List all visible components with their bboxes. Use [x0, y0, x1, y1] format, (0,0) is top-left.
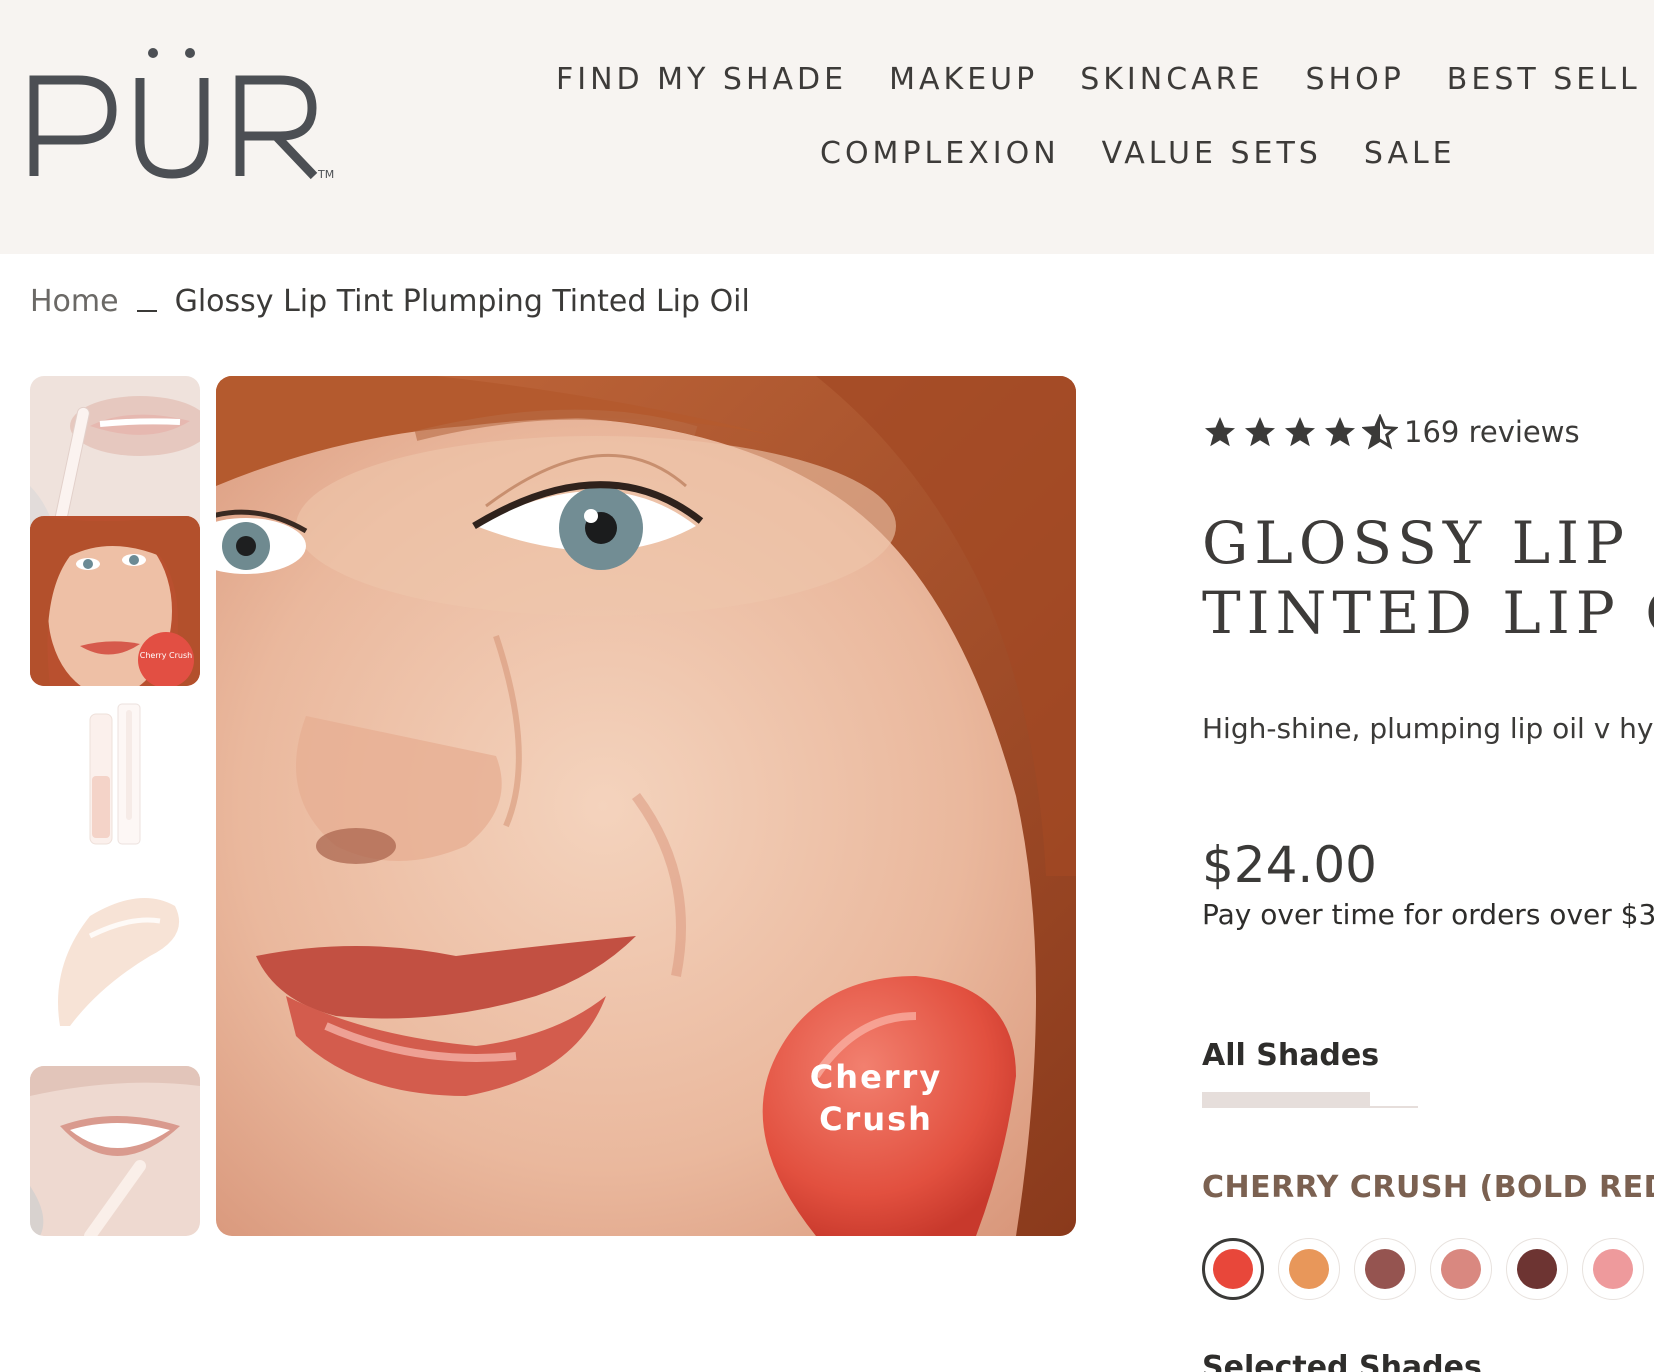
- star-full-icon: [1205, 417, 1235, 447]
- shade-swatch[interactable]: [1354, 1238, 1416, 1300]
- nav-complexion[interactable]: COMPLEXION: [820, 136, 1060, 171]
- main-product-image[interactable]: Cherry Crush: [216, 376, 1076, 1236]
- shade-swatch-color: [1289, 1249, 1329, 1289]
- product-title-line1: GLOSSY LIP TI: [1202, 509, 1654, 577]
- star-half-icon: [1362, 414, 1398, 450]
- tab-underline: [1370, 1106, 1418, 1108]
- shade-swatch-color: [1365, 1249, 1405, 1289]
- shade-swatch[interactable]: [1430, 1238, 1492, 1300]
- main-swatch-label-1: Cherry: [810, 1058, 942, 1096]
- breadcrumb-current: Glossy Lip Tint Plumping Tinted Lip Oil: [174, 284, 750, 319]
- pur-logo[interactable]: TM: [28, 48, 338, 188]
- tab-all-shades[interactable]: All Shades: [1202, 1038, 1379, 1073]
- shade-swatch[interactable]: [1506, 1238, 1568, 1300]
- shade-swatch[interactable]: [1278, 1238, 1340, 1300]
- pay-over-time-note: Pay over time for orders over $3: [1202, 898, 1654, 931]
- nav-makeup[interactable]: MAKEUP: [889, 62, 1038, 97]
- shade-swatches: [1202, 1238, 1644, 1300]
- reviews-count[interactable]: 169 reviews: [1404, 415, 1580, 449]
- product-title: GLOSSY LIP TI TINTED LIP OI: [1202, 508, 1654, 648]
- thumbnail-smile-applicator[interactable]: [30, 1066, 200, 1236]
- shade-swatch-color: [1517, 1249, 1557, 1289]
- selected-shades-heading: Selected Shades: [1202, 1350, 1482, 1372]
- main-swatch-label-2: Crush: [819, 1100, 933, 1138]
- star-full-icon: [1245, 417, 1275, 447]
- product-price: $24.00: [1202, 836, 1377, 894]
- shade-swatch-color: [1213, 1249, 1253, 1289]
- nav-find-my-shade[interactable]: FIND MY SHADE: [556, 62, 847, 97]
- tab-active-indicator: [1202, 1092, 1370, 1108]
- product-title-line2: TINTED LIP OI: [1202, 579, 1654, 647]
- shade-swatch[interactable]: [1202, 1238, 1264, 1300]
- product-info-panel: 169 reviews GLOSSY LIP TI TINTED LIP OI …: [1202, 0, 1654, 1372]
- shade-swatch-color: [1593, 1249, 1633, 1289]
- thumbnail-product-tube[interactable]: [30, 696, 200, 866]
- breadcrumb-home[interactable]: Home: [30, 284, 119, 319]
- star-full-icon: [1285, 417, 1315, 447]
- rating-row[interactable]: 169 reviews: [1202, 414, 1580, 450]
- thumb-swatch-label: Cherry Crush: [140, 651, 192, 660]
- selected-shade-name: CHERRY CRUSH (BOLD RED: [1202, 1170, 1654, 1205]
- trademark-text: TM: [317, 168, 334, 181]
- product-description: High-shine, plumping lip oil v hydration…: [1202, 712, 1654, 745]
- thumbnail-model-cherry-crush[interactable]: Cherry Crush: [30, 516, 200, 686]
- shade-swatch[interactable]: [1582, 1238, 1644, 1300]
- star-full-icon: [1325, 417, 1355, 447]
- thumbnail-product-swatch[interactable]: [30, 876, 200, 1046]
- breadcrumb: Home Glossy Lip Tint Plumping Tinted Lip…: [30, 284, 750, 319]
- shade-swatch-color: [1441, 1249, 1481, 1289]
- breadcrumb-separator: [136, 309, 157, 312]
